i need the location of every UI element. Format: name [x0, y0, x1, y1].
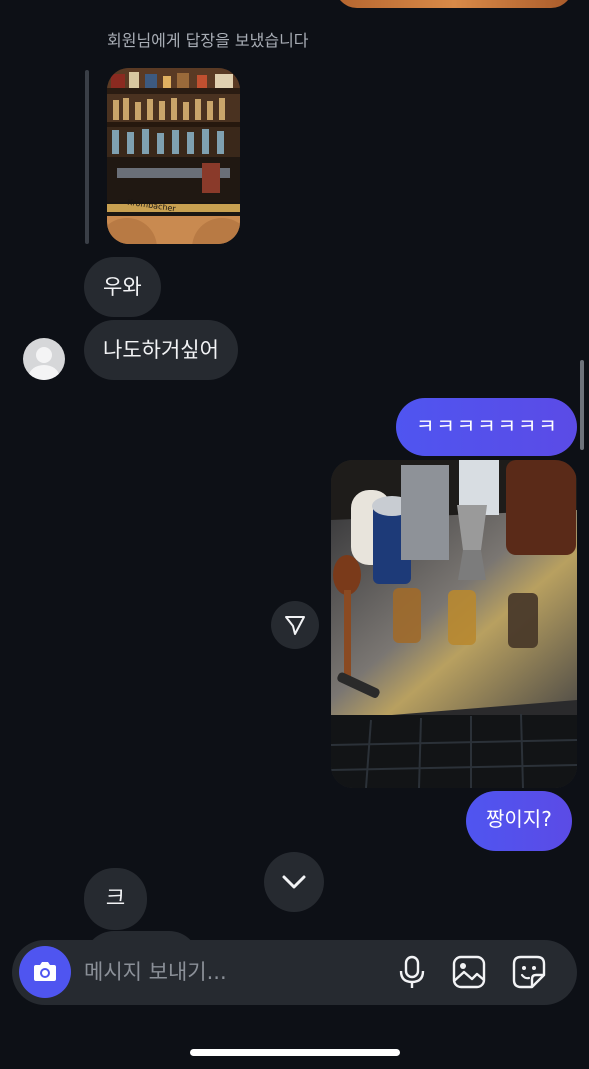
- outgoing-message[interactable]: 짱이지?: [466, 791, 572, 851]
- avatar[interactable]: [23, 338, 65, 380]
- paper-plane-icon: [285, 616, 305, 635]
- shot-glasses-photo: [331, 460, 577, 788]
- home-indicator: [190, 1049, 400, 1056]
- incoming-message[interactable]: 나도하거싶어: [84, 320, 238, 380]
- sticker-button[interactable]: [509, 952, 549, 992]
- camera-icon: [34, 962, 56, 981]
- message-input[interactable]: [84, 952, 364, 992]
- replied-photo-thumbnail[interactable]: Krombacher: [107, 68, 240, 244]
- image-icon: [452, 955, 486, 989]
- previous-photo-message[interactable]: [335, 0, 573, 8]
- reply-caption: 회원님에게 답장을 보냈습니다: [107, 31, 309, 50]
- outgoing-message[interactable]: ㅋㅋㅋㅋㅋㅋㅋ: [396, 398, 577, 456]
- bar-shelves-photo: Krombacher: [107, 68, 240, 244]
- scrollbar[interactable]: [580, 360, 584, 450]
- incoming-message[interactable]: 크: [84, 868, 147, 930]
- sticker-icon: [512, 955, 546, 989]
- microphone-icon: [399, 955, 425, 988]
- camera-button[interactable]: [19, 946, 71, 998]
- share-button[interactable]: [271, 601, 319, 649]
- reply-quote-bar: [85, 70, 89, 244]
- gallery-button[interactable]: [449, 952, 489, 992]
- scroll-to-bottom-button[interactable]: [264, 852, 324, 912]
- incoming-message[interactable]: 우와: [84, 257, 161, 317]
- voice-message-button[interactable]: [392, 952, 432, 992]
- default-avatar-icon: [29, 347, 59, 380]
- sent-photo-message[interactable]: [331, 460, 577, 788]
- chevron-down-icon: [282, 875, 306, 889]
